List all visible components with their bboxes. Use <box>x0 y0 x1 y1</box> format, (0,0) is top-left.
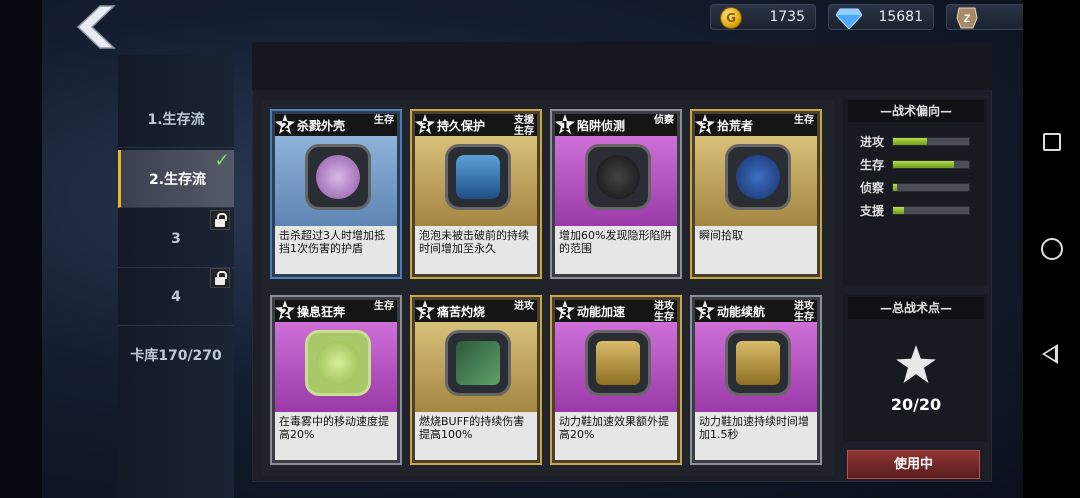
back-triangle-icon[interactable] <box>1042 344 1058 364</box>
gold-coin-icon: G <box>717 5 745 31</box>
card[interactable]: 3 动能续航 进攻 生存 动力鞋加速持续时间增加1.5秒 <box>690 295 822 465</box>
tab-label: 卡库170/270 <box>130 348 222 364</box>
stat-label: 支援 <box>860 203 885 218</box>
card-name: 陷阱侦测 <box>577 119 626 133</box>
stat-label: 侦察 <box>860 180 885 195</box>
stat-row: 支援 <box>860 202 972 218</box>
canister-icon <box>415 136 537 226</box>
lock-icon <box>210 268 230 288</box>
card-tags: 进攻 <box>514 301 534 312</box>
glove-icon <box>695 136 817 226</box>
points-value: 20/20 <box>890 395 942 414</box>
card-name: 动能续航 <box>717 305 766 319</box>
star-level-icon: 3 <box>555 300 575 320</box>
card-description: 增加60%发现隐形陷阱的范围 <box>555 226 677 274</box>
tab-card-library[interactable]: 卡库170/270 <box>118 326 234 384</box>
boot-icon <box>555 322 677 412</box>
check-icon: ✓ <box>214 150 230 171</box>
tab-label: 3 <box>171 230 181 247</box>
svg-text:Z: Z <box>964 13 971 25</box>
lock-icon <box>210 210 230 230</box>
recents-icon[interactable] <box>1043 133 1061 151</box>
stat-bar <box>892 160 970 169</box>
card-tags: 生存 <box>794 115 814 126</box>
card[interactable]: 3 动能加速 进攻 生存 动力鞋加速效果额外提高20% <box>550 295 682 465</box>
stat-label: 生存 <box>860 157 885 172</box>
back-button[interactable] <box>70 4 120 50</box>
stat-label: 进攻 <box>860 134 885 149</box>
gold-currency: G 1735 <box>710 4 816 30</box>
card-description: 泡泡未被击破前的持续时间增加至永久 <box>415 226 537 274</box>
diamond-value: 15681 <box>878 9 923 25</box>
ticket-icon: Z <box>953 5 981 31</box>
card[interactable]: 2 操息狂奔 生存 在毒雾中的移动速度提高20% <box>270 295 402 465</box>
star-level-icon: 2 <box>275 300 295 320</box>
card-tags: 生存 <box>374 115 394 126</box>
card-description: 动力鞋加速效果额外提高20% <box>555 412 677 460</box>
tactics-title: —战术偏向— <box>848 100 984 122</box>
card-description: 燃烧BUFF的持续伤害提高100% <box>415 412 537 460</box>
game-screen: G 1735 15681 Z 3 1.生存流 2.生存流 ✓ 3 4 卡库170… <box>0 0 1080 498</box>
shell-icon <box>275 136 397 226</box>
card-name: 持久保护 <box>437 119 486 133</box>
stat-bar <box>892 206 970 215</box>
use-button[interactable]: 使用中 <box>847 450 980 479</box>
gold-value: 1735 <box>769 9 805 25</box>
diamond-icon <box>835 5 863 31</box>
card-name: 痛苦灼烧 <box>437 305 486 319</box>
trap-icon <box>555 136 677 226</box>
card-description: 在毒雾中的移动速度提高20% <box>275 412 397 460</box>
star-level-icon: 3 <box>695 300 715 320</box>
stat-row: 生存 <box>860 156 972 172</box>
stat-bar <box>892 137 970 146</box>
tab-label: 1.生存流 <box>147 111 205 128</box>
card-description: 瞬间拾取 <box>695 226 817 274</box>
stat-row: 侦察 <box>860 179 972 195</box>
tab-2[interactable]: 2.生存流 ✓ <box>118 150 234 208</box>
points-title: —总战术点— <box>848 297 984 319</box>
card-name: 动能加速 <box>577 305 626 319</box>
tab-3[interactable]: 3 <box>118 210 234 268</box>
card-name: 拾荒者 <box>717 119 754 133</box>
star-level-icon: 3 <box>415 114 435 134</box>
diamond-currency: 15681 <box>828 4 934 30</box>
tab-label: 2.生存流 <box>148 171 207 188</box>
card-description: 动力鞋加速持续时间增加1.5秒 <box>695 412 817 460</box>
tab-label: 4 <box>171 288 181 305</box>
star-level-icon: 1 <box>555 114 575 134</box>
card-tags: 侦察 <box>654 115 674 126</box>
star-level-icon: 2 <box>275 114 295 134</box>
card-tags: 支援 生存 <box>514 115 534 137</box>
left-edge <box>0 0 42 498</box>
card[interactable]: 3 持久保护 支援 生存 泡泡未被击破前的持续时间增加至永久 <box>410 109 542 279</box>
home-icon[interactable] <box>1041 238 1063 260</box>
card[interactable]: 1 陷阱侦测 侦察 增加60%发现隐形陷阱的范围 <box>550 109 682 279</box>
card[interactable]: 3 痛苦灼烧 进攻 燃烧BUFF的持续伤害提高100% <box>410 295 542 465</box>
star-level-icon: 3 <box>695 114 715 134</box>
chevron-left-icon <box>76 5 116 49</box>
card-tags: 进攻 生存 <box>654 301 674 323</box>
tab-4[interactable]: 4 <box>118 268 234 326</box>
card-name: 操息狂奔 <box>297 305 346 319</box>
stat-row: 进攻 <box>860 133 972 149</box>
stat-bar <box>892 183 970 192</box>
card-name: 杀戮外壳 <box>297 119 346 133</box>
card[interactable]: 2 杀戮外壳 生存 击杀超过3人时增加抵挡1次伤害的护盾 <box>270 109 402 279</box>
panel-header <box>252 42 992 90</box>
card-tags: 生存 <box>374 301 394 312</box>
star-level-icon: 3 <box>415 300 435 320</box>
card[interactable]: 3 拾荒者 生存 瞬间拾取 <box>690 109 822 279</box>
card-description: 击杀超过3人时增加抵挡1次伤害的护盾 <box>275 226 397 274</box>
gas-cloud-icon <box>275 322 397 412</box>
tab-1[interactable]: 1.生存流 <box>118 90 234 148</box>
bottle-icon <box>415 322 537 412</box>
boot-icon <box>695 322 817 412</box>
card-tags: 进攻 生存 <box>794 301 814 323</box>
